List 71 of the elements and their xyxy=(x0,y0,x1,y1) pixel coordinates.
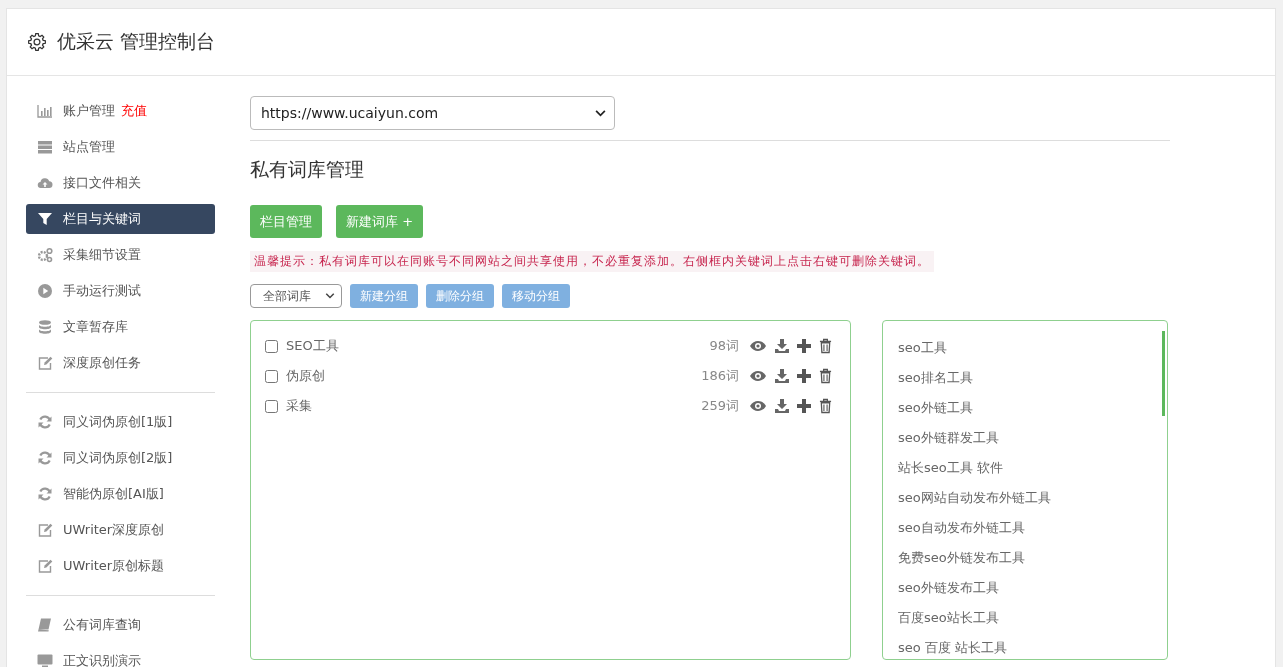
library-checkbox[interactable] xyxy=(265,399,278,413)
monitor-icon xyxy=(37,653,53,667)
edit-icon xyxy=(37,522,53,538)
sidebar-item[interactable]: 手动运行测试 xyxy=(26,276,215,306)
edit-icon xyxy=(37,558,53,574)
chevron-down-icon xyxy=(325,293,335,299)
library-name: 伪原创 xyxy=(286,367,326,385)
sidebar-item[interactable]: 同义词伪原创[1版] xyxy=(26,407,215,437)
sidebar-item[interactable]: 采集细节设置 xyxy=(26,240,215,270)
keyword-item[interactable]: seo自动发布外链工具 xyxy=(898,513,1152,543)
library-name: 采集 xyxy=(286,397,313,415)
hint-text: 温馨提示：私有词库可以在同账号不同网站之间共享使用，不必重复添加。右侧框内关键词上点击右键可删除关键词。 xyxy=(250,251,934,272)
keyword-item[interactable]: seo外链工具 xyxy=(898,393,1152,423)
page-heading: 私有词库管理 xyxy=(250,157,365,182)
download-icon[interactable] xyxy=(775,339,789,353)
refresh-icon xyxy=(37,450,53,466)
edit-icon xyxy=(37,355,53,371)
sidebar-item[interactable]: 同义词伪原创[2版] xyxy=(26,443,215,473)
eye-icon[interactable] xyxy=(749,340,767,352)
word-count: 186词 xyxy=(701,367,739,385)
plus-icon[interactable] xyxy=(797,369,811,383)
sidebar-item[interactable]: 接口文件相关 xyxy=(26,168,215,198)
sidebar-item[interactable]: 站点管理 xyxy=(26,132,215,162)
cloud-upload-icon xyxy=(37,175,53,191)
database-icon xyxy=(37,319,53,335)
sidebar-item[interactable]: 栏目与关键词 xyxy=(26,204,215,234)
keyword-item[interactable]: seo 百度 站长工具 xyxy=(898,633,1152,663)
sidebar-item[interactable]: 文章暂存库 xyxy=(26,312,215,342)
keyword-item[interactable]: seo外链发布工具 xyxy=(898,573,1152,603)
book-icon xyxy=(37,617,53,633)
keyword-item[interactable]: seo外链群发工具 xyxy=(898,423,1152,453)
library-checkbox[interactable] xyxy=(265,369,278,383)
library-checkbox[interactable] xyxy=(265,339,278,353)
refresh-icon xyxy=(37,486,53,502)
word-count: 98词 xyxy=(709,337,739,355)
word-count: 259词 xyxy=(701,397,739,415)
download-icon[interactable] xyxy=(775,399,789,413)
eye-icon[interactable] xyxy=(749,370,767,382)
keyword-item[interactable]: seo工具 xyxy=(898,333,1152,363)
download-icon[interactable] xyxy=(775,369,789,383)
plus-icon[interactable] xyxy=(797,339,811,353)
server-icon xyxy=(37,139,53,155)
sidebar-item[interactable]: 账户管理 充值 xyxy=(26,96,215,126)
chevron-down-icon xyxy=(595,109,606,117)
keyword-item[interactable]: 百度seo站长工具 xyxy=(898,603,1152,633)
keyword-item[interactable]: seo网站自动发布外链工具 xyxy=(898,483,1152,513)
sidebar-item[interactable]: UWriter原创标题 xyxy=(26,551,215,581)
filter-icon xyxy=(37,211,53,227)
settings-icon xyxy=(27,32,47,52)
sidebar-item[interactable]: 智能伪原创[AI版] xyxy=(26,479,215,509)
bar-chart-icon xyxy=(37,103,53,119)
plus-icon[interactable] xyxy=(797,399,811,413)
keyword-item[interactable]: 免费seo外链发布工具 xyxy=(898,543,1152,573)
trash-icon[interactable] xyxy=(819,368,832,384)
sidebar-item[interactable]: 公有词库查询 xyxy=(26,610,215,640)
sidebar-item[interactable]: UWriter深度原创 xyxy=(26,515,215,545)
trash-icon[interactable] xyxy=(819,398,832,414)
gears-icon xyxy=(37,247,53,263)
play-icon xyxy=(37,283,53,299)
trash-icon[interactable] xyxy=(819,338,832,354)
eye-icon[interactable] xyxy=(749,400,767,412)
sidebar-item[interactable]: 深度原创任务 xyxy=(26,348,215,378)
site-select[interactable]: https://www.ucaiyun.com xyxy=(250,96,615,130)
refresh-icon xyxy=(37,414,53,430)
keyword-item[interactable]: 站长seo工具 软件 xyxy=(898,453,1152,483)
library-name: SEO工具 xyxy=(286,337,340,355)
group-select[interactable]: 全部词库 xyxy=(250,284,342,308)
recharge-link[interactable]: 充值 xyxy=(121,102,147,120)
window-title: 优采云 管理控制台 xyxy=(57,29,216,54)
sidebar-item[interactable]: 正文识别演示 xyxy=(26,646,215,667)
keyword-item[interactable]: seo排名工具 xyxy=(898,363,1152,393)
